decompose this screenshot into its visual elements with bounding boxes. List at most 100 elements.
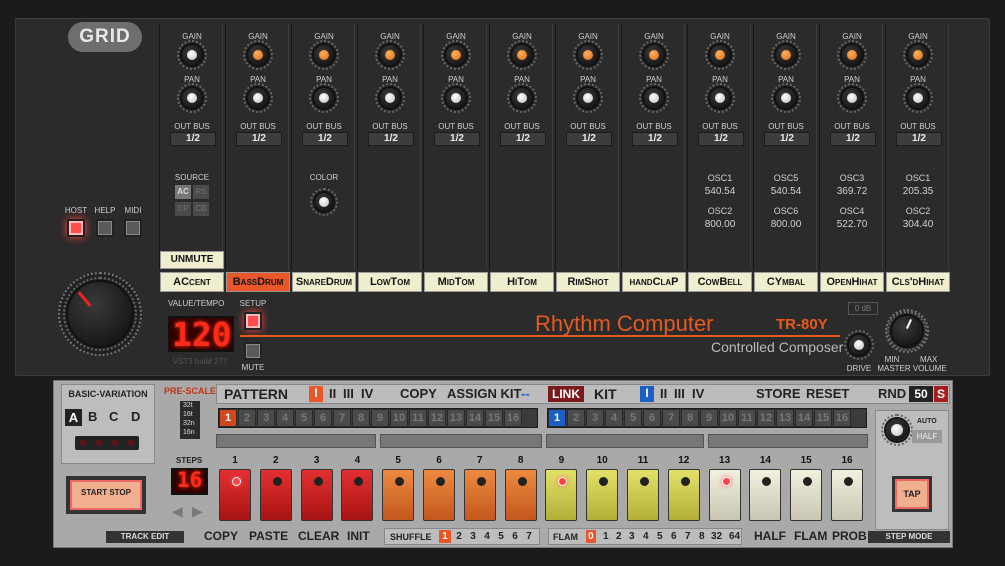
instrument-select-button[interactable]: handClaP [622, 272, 686, 292]
flam-option[interactable]: 5 [655, 530, 665, 543]
gain-knob[interactable] [705, 40, 735, 70]
step-pad[interactable] [749, 469, 782, 521]
osc-b-value[interactable]: 800.00 [754, 219, 818, 230]
gain-knob[interactable] [903, 40, 933, 70]
osc-a-value[interactable]: 205.35 [886, 186, 950, 197]
pattern-slot[interactable]: 13 [447, 409, 465, 427]
prev-arrow-icon[interactable]: ◀ [172, 503, 183, 520]
half-toggle[interactable]: HALF [912, 430, 942, 443]
pan-knob[interactable] [573, 83, 603, 113]
kit-slot[interactable]: 11 [738, 409, 756, 427]
step-pad[interactable] [219, 469, 251, 521]
pan-knob[interactable] [177, 83, 207, 113]
pan-knob[interactable] [837, 83, 867, 113]
step-pad[interactable] [423, 469, 455, 521]
kit-slot[interactable]: 8 [681, 409, 699, 427]
shuffle-option[interactable]: 1 [439, 530, 451, 543]
out-bus-select[interactable]: 1/2 [434, 132, 480, 146]
out-bus-select[interactable]: 1/2 [566, 132, 612, 146]
flam-option[interactable]: 2 [614, 530, 624, 543]
reset-button[interactable]: RESET [806, 386, 849, 404]
pattern-slot[interactable]: 6 [314, 409, 332, 427]
kit-label[interactable]: KIT [594, 386, 617, 404]
kit-bank-2[interactable]: II [660, 386, 667, 404]
out-bus-select[interactable]: 1/2 [632, 132, 678, 146]
kit-bank-3[interactable]: III [674, 386, 685, 404]
out-bus-select[interactable]: 1/2 [830, 132, 876, 146]
prob-mode-button[interactable]: PROB [832, 529, 867, 543]
pattern-slot[interactable]: 10 [390, 409, 408, 427]
flam-option[interactable]: 64 [727, 530, 742, 543]
shuffle-option[interactable]: 7 [523, 530, 535, 543]
rnd-s-button[interactable]: S [934, 386, 948, 402]
instrument-select-button[interactable]: BassDrum [226, 272, 290, 292]
flam-mode-button[interactable]: FLAM [794, 529, 827, 543]
step-pad[interactable] [545, 469, 578, 521]
kit-slot[interactable]: 6 [643, 409, 661, 427]
variation-a-button[interactable]: A [65, 409, 82, 426]
kit-slot[interactable]: 3 [586, 409, 604, 427]
gain-knob[interactable] [375, 40, 405, 70]
pan-knob[interactable] [903, 83, 933, 113]
edit-init-button[interactable]: INIT [347, 529, 370, 543]
half-mode-button[interactable]: HALF [754, 529, 786, 543]
kit-slot[interactable]: 10 [719, 409, 737, 427]
osc-b-value[interactable]: 522.70 [820, 219, 884, 230]
out-bus-select[interactable]: 1/2 [698, 132, 744, 146]
pre-scale-option[interactable]: 16t [183, 411, 193, 418]
flam-option[interactable]: 1 [601, 530, 611, 543]
link-button[interactable]: LINK [548, 386, 584, 402]
next-arrow-icon[interactable]: ▶ [192, 503, 203, 520]
gain-knob[interactable] [177, 40, 207, 70]
flam-option[interactable]: 32 [709, 530, 724, 543]
pattern-slot[interactable]: 1 [219, 409, 237, 427]
out-bus-select[interactable]: 1/2 [896, 132, 942, 146]
pattern-label[interactable]: PATTERN [224, 386, 288, 404]
drive-knob[interactable] [844, 330, 874, 360]
instrument-select-button[interactable]: MidTom [424, 272, 488, 292]
out-bus-select[interactable]: 1/2 [236, 132, 282, 146]
gain-knob[interactable] [309, 40, 339, 70]
pattern-slot[interactable]: 12 [428, 409, 446, 427]
variation-c-button[interactable]: C [109, 409, 118, 424]
pattern-slot[interactable]: 16 [504, 409, 522, 427]
shuffle-option[interactable]: 5 [495, 530, 507, 543]
master-volume-knob[interactable] [887, 311, 927, 351]
flam-option[interactable]: 4 [641, 530, 651, 543]
pattern-slot[interactable]: 5 [295, 409, 313, 427]
value-dial-knob[interactable] [63, 277, 137, 351]
start-stop-button[interactable]: START STOP [70, 480, 142, 510]
instrument-select-button[interactable]: OpenHihat [820, 272, 884, 292]
kit-slot[interactable]: 9 [700, 409, 718, 427]
osc-b-value[interactable]: 304.40 [886, 219, 950, 230]
shuffle-option[interactable]: 2 [453, 530, 465, 543]
source-ac-button[interactable]: AC [175, 185, 191, 199]
step-pad[interactable] [341, 469, 374, 521]
tap-button[interactable]: TAP [895, 479, 929, 509]
gain-knob[interactable] [573, 40, 603, 70]
gain-knob[interactable] [507, 40, 537, 70]
instrument-select-button[interactable]: RimShot [556, 272, 620, 292]
edit-clear-button[interactable]: CLEAR [298, 529, 339, 543]
source-cp-button[interactable]: CP [175, 202, 191, 216]
help-button[interactable] [96, 219, 114, 237]
step-pad[interactable] [831, 469, 863, 521]
pattern-slot[interactable]: 7 [333, 409, 351, 427]
color-knob[interactable] [310, 188, 338, 216]
out-bus-select[interactable]: 1/2 [302, 132, 348, 146]
osc-a-value[interactable]: 369.72 [820, 186, 884, 197]
flam-option[interactable]: 3 [627, 530, 637, 543]
pattern-slot[interactable]: 2 [238, 409, 256, 427]
edit-paste-button[interactable]: PASTE [249, 529, 288, 543]
instrument-select-button[interactable]: LowTom [358, 272, 422, 292]
step-pad[interactable] [504, 469, 537, 521]
shuffle-option[interactable]: 3 [467, 530, 479, 543]
instrument-select-button[interactable]: SnareDrum [292, 272, 356, 292]
gain-knob[interactable] [441, 40, 471, 70]
instrument-select-button[interactable]: ACcent [160, 272, 224, 292]
step-pad[interactable] [463, 469, 496, 521]
pattern-bank-4[interactable]: IV [361, 386, 373, 404]
kit-slot[interactable]: 4 [605, 409, 623, 427]
step-pad[interactable] [790, 469, 823, 521]
pattern-bank-1[interactable]: I [309, 386, 323, 402]
